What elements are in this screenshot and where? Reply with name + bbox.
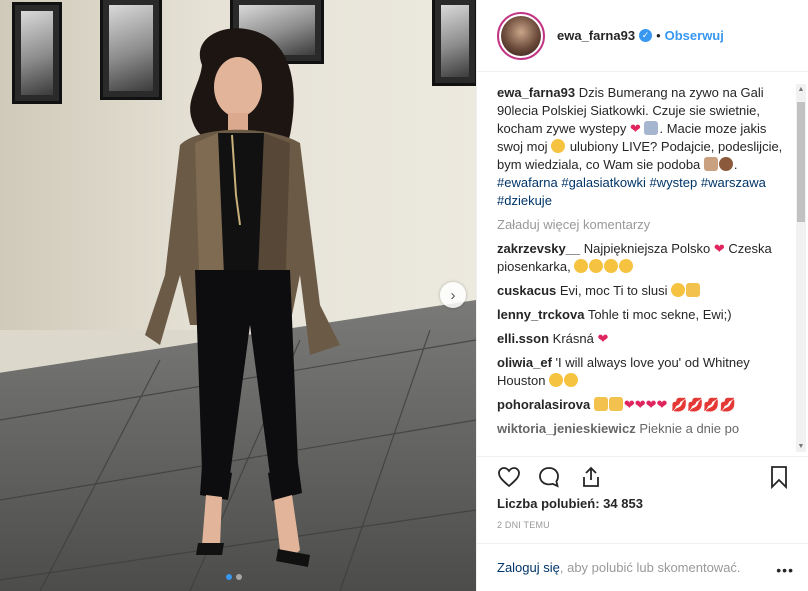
praying-hands-emoji — [644, 121, 659, 135]
login-link[interactable]: Zaloguj się — [497, 560, 560, 575]
scroll-up-arrow-icon[interactable]: ▲ — [797, 86, 805, 93]
kissing-face-emoji — [619, 259, 634, 273]
heart-eyes-emoji — [549, 373, 564, 387]
follow-button[interactable]: Obserwuj — [665, 28, 724, 43]
kiss-lips-emoji: 💋💋💋💋 — [671, 397, 736, 412]
rock-hand-emoji — [703, 157, 718, 171]
scroll-down-arrow-icon[interactable]: ▼ — [797, 443, 805, 450]
kissing-face-emoji — [574, 259, 589, 273]
comment-username[interactable]: cuskacus — [497, 283, 556, 298]
post-header: ewa_farna93 ✓ • Obserwuj — [477, 0, 808, 72]
thumbs-up-emoji — [608, 397, 623, 411]
hashtag[interactable]: #dziekuje — [497, 193, 552, 208]
red-heart-emoji: ❤❤❤❤ — [623, 397, 668, 412]
more-options-icon[interactable]: ••• — [776, 562, 794, 578]
comment: zakrzevsky__ Najpiękniejsza Polsko ❤ Cze… — [497, 240, 792, 276]
login-prompt: Zaloguj się , aby polubić lub skomentowa… — [477, 543, 808, 591]
next-photo-button[interactable]: › — [440, 282, 466, 308]
comment-username[interactable]: lenny_trckova — [497, 307, 584, 322]
login-prompt-text: , aby polubić lub skomentować. — [559, 560, 741, 575]
post-caption: ewa_farna93 Dzis Bumerang na zywo na Gal… — [497, 85, 783, 208]
broken-heart-emoji: ❤ — [597, 331, 609, 346]
wall-picture-1 — [12, 2, 62, 104]
post-photo[interactable]: › — [0, 0, 476, 591]
caption-username[interactable]: ewa_farna93 — [497, 85, 575, 100]
carousel-dot — [236, 574, 242, 580]
wall-picture-4 — [432, 0, 476, 86]
scrollbar-thumb[interactable] — [797, 102, 805, 222]
comment: wiktoria_jenieskiewicz Pieknie a dnie po — [497, 420, 792, 438]
comment-username[interactable]: zakrzevsky__ — [497, 241, 580, 256]
red-heart-emoji: ❤ — [713, 241, 725, 256]
heart-eyes-emoji — [564, 373, 579, 387]
post-sidebar: ewa_farna93 ✓ • Obserwuj ewa_farna93 Dzi… — [476, 0, 808, 591]
header-username[interactable]: ewa_farna93 — [557, 28, 635, 43]
comment-text: Krásná — [552, 331, 594, 346]
grinning-face-emoji — [551, 139, 566, 153]
hashtag[interactable]: #ewafarna — [497, 175, 558, 190]
likes-count[interactable]: Liczba polubień: 34 853 — [497, 496, 643, 511]
carousel-dot-active — [226, 574, 232, 580]
monkey-emoji — [718, 157, 733, 171]
comment-username[interactable]: wiktoria_jenieskiewicz — [497, 421, 636, 436]
hashtag[interactable]: #warszawa — [701, 175, 766, 190]
chevron-right-icon: › — [450, 286, 456, 304]
kissing-face-emoji — [604, 259, 619, 273]
post-date: 2 DNI TEMU — [497, 520, 550, 530]
comment-username[interactable]: pohoralasirova — [497, 397, 590, 412]
comment-text: Najpiękniejsza Polsko — [583, 241, 711, 256]
comment: pohoralasirova ❤❤❤❤ 💋💋💋💋 — [497, 396, 792, 414]
comment: lenny_trckova Tohle ti moc sekne, Ewi;) — [497, 306, 792, 324]
separator-dot: • — [656, 28, 661, 43]
red-heart-emoji: ❤ — [629, 121, 641, 136]
heart-icon[interactable] — [497, 465, 521, 489]
comment-icon[interactable] — [537, 465, 561, 489]
comment: oliwia_ef 'I will always love you' od Wh… — [497, 354, 792, 390]
hashtag[interactable]: #wystep — [650, 175, 698, 190]
avatar[interactable] — [497, 11, 545, 60]
comments-list: ewa_farna93 Dzis Bumerang na zywo na Gal… — [497, 84, 792, 452]
hashtag[interactable]: #galasiatkowki — [561, 175, 646, 190]
comment-text: Pieknie a dnie po — [639, 421, 740, 436]
comment: elli.sson Krásná ❤ — [497, 330, 792, 348]
comment: cuskacus Evi, moc Ti to slusi — [497, 282, 792, 300]
thumbs-up-emoji — [593, 397, 608, 411]
comment-text: Evi, moc Ti to slusi — [559, 283, 668, 298]
comments-scrollbar[interactable]: ▲ ▼ — [796, 84, 806, 452]
comment-username[interactable]: elli.sson — [497, 331, 549, 346]
carousel-indicator — [226, 574, 242, 580]
comment-username[interactable]: oliwia_ef — [497, 355, 552, 370]
verified-badge-icon: ✓ — [639, 29, 653, 42]
load-more-comments-button[interactable]: Załaduj więcej komentarzy — [497, 216, 792, 234]
heart-eyes-emoji — [671, 283, 686, 297]
woman-figure — [145, 28, 340, 567]
bookmark-icon[interactable] — [767, 465, 791, 489]
instagram-post: › ewa_farna93 ✓ • Obserwuj ewa_farna93 D… — [0, 0, 808, 591]
kissing-face-emoji — [589, 259, 604, 273]
comment-text: Tohle ti moc sekne, Ewi;) — [587, 307, 732, 322]
share-icon[interactable] — [579, 465, 603, 489]
thumbs-up-emoji — [686, 283, 701, 297]
action-bar — [477, 456, 808, 492]
